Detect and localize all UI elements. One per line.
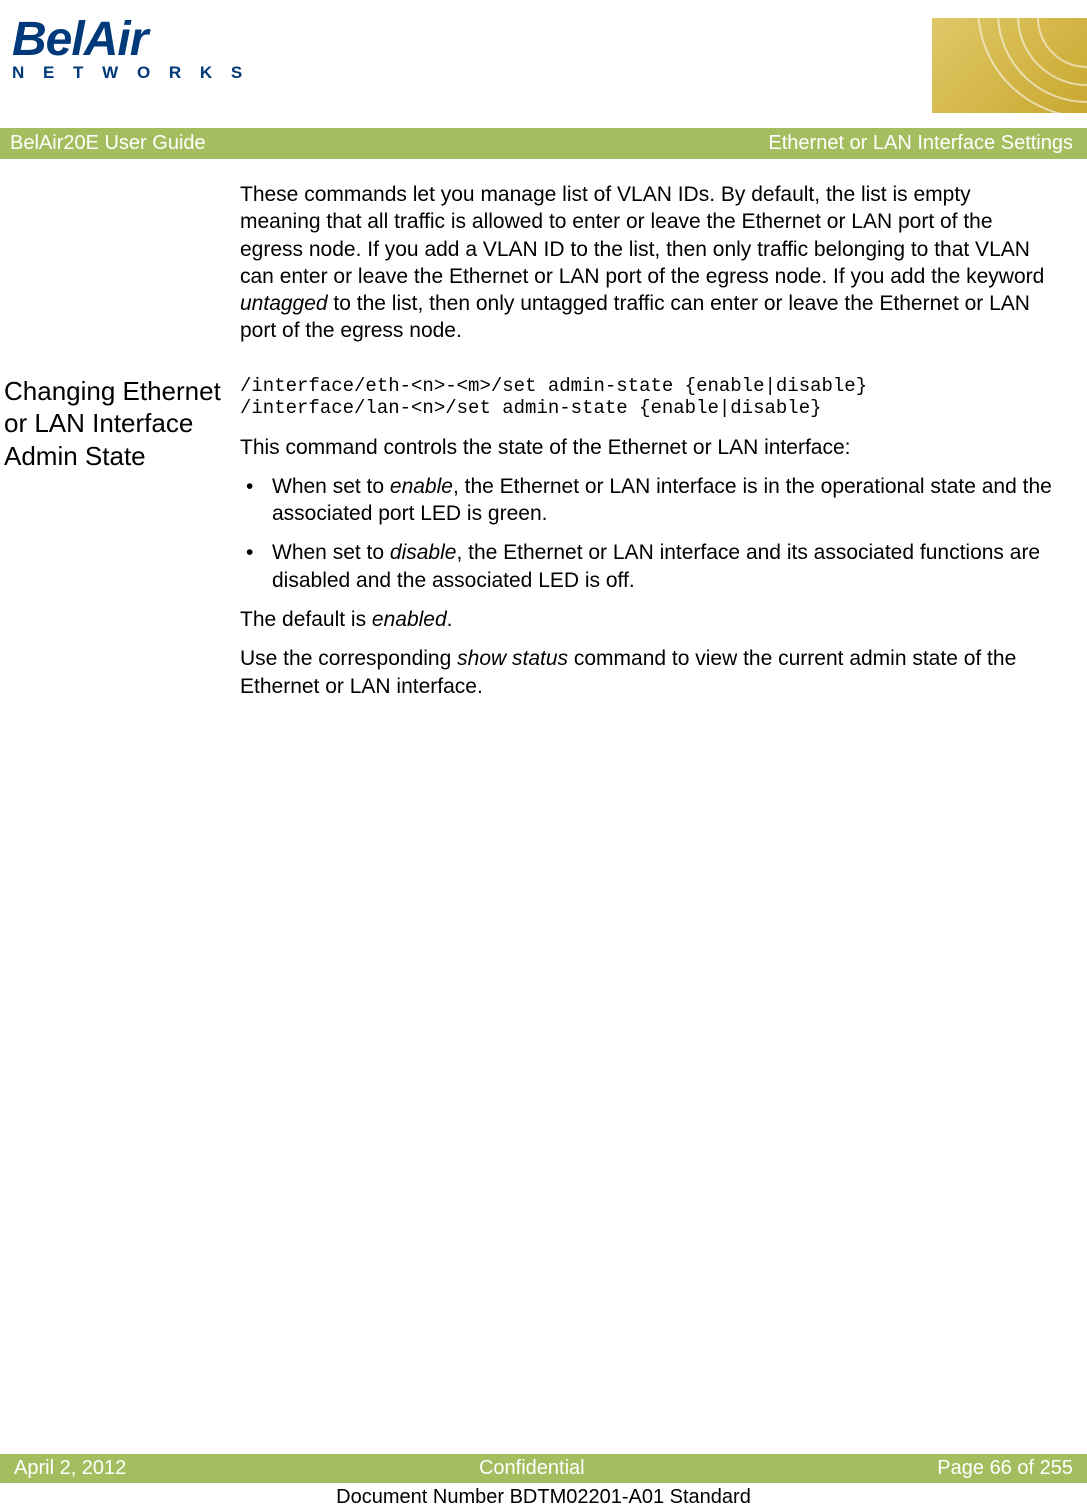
footer-confidential: Confidential (479, 1457, 585, 1480)
para-show-status: Use the corresponding show status comman… (240, 645, 1055, 700)
para-tail: . (447, 608, 453, 631)
left-column: Changing Ethernet or LAN Interface Admin… (0, 375, 240, 712)
left-column (0, 181, 240, 375)
guide-title: BelAir20E User Guide (10, 132, 206, 155)
list-item: When set to enable, the Ethernet or LAN … (240, 473, 1055, 528)
footer-date: April 2, 2012 (14, 1457, 126, 1480)
brand-badge-icon (932, 18, 1087, 113)
bullet-text: When set to (272, 541, 390, 564)
para-intro: This command controls the state of the E… (240, 434, 1055, 461)
list-item: When set to disable, the Ethernet or LAN… (240, 539, 1055, 594)
right-column: These commands let you manage list of VL… (240, 181, 1055, 375)
footer-page: Page 66 of 255 (937, 1457, 1073, 1480)
page-header: BelAir N E T W O R K S (0, 0, 1087, 128)
bullet-text: When set to (272, 475, 390, 498)
intro-text: These commands let you manage list of VL… (240, 183, 1044, 288)
intro-keyword: untagged (240, 292, 328, 315)
para-text: The default is (240, 608, 372, 631)
bullet-list: When set to enable, the Ethernet or LAN … (240, 473, 1055, 594)
content: These commands let you manage list of VL… (0, 159, 1087, 375)
para-default: The default is enabled. (240, 606, 1055, 633)
para-keyword: show status (457, 647, 568, 670)
right-column: /interface/eth-<n>-<m>/set admin-state {… (240, 375, 1055, 712)
section-heading: Changing Ethernet or LAN Interface Admin… (4, 375, 240, 473)
section-title: Ethernet or LAN Interface Settings (768, 132, 1073, 155)
section-row: Changing Ethernet or LAN Interface Admin… (0, 375, 1087, 712)
command-code: /interface/eth-<n>-<m>/set admin-state {… (240, 375, 1055, 420)
logo-brand: BelAir (12, 18, 249, 61)
title-bar: BelAir20E User Guide Ethernet or LAN Int… (0, 128, 1087, 159)
para-keyword: enabled (372, 608, 447, 631)
intro-tail: to the list, then only untagged traffic … (240, 292, 1030, 342)
intro-paragraph: These commands let you manage list of VL… (240, 181, 1055, 345)
bullet-keyword: disable (390, 541, 457, 564)
para-text: Use the corresponding (240, 647, 457, 670)
document-number: Document Number BDTM02201-A01 Standard (0, 1486, 1087, 1511)
footer-bar: April 2, 2012 Confidential Page 66 of 25… (0, 1454, 1087, 1483)
bullet-keyword: enable (390, 475, 453, 498)
logo-subbrand: N E T W O R K S (12, 63, 249, 83)
logo: BelAir N E T W O R K S (12, 18, 249, 83)
